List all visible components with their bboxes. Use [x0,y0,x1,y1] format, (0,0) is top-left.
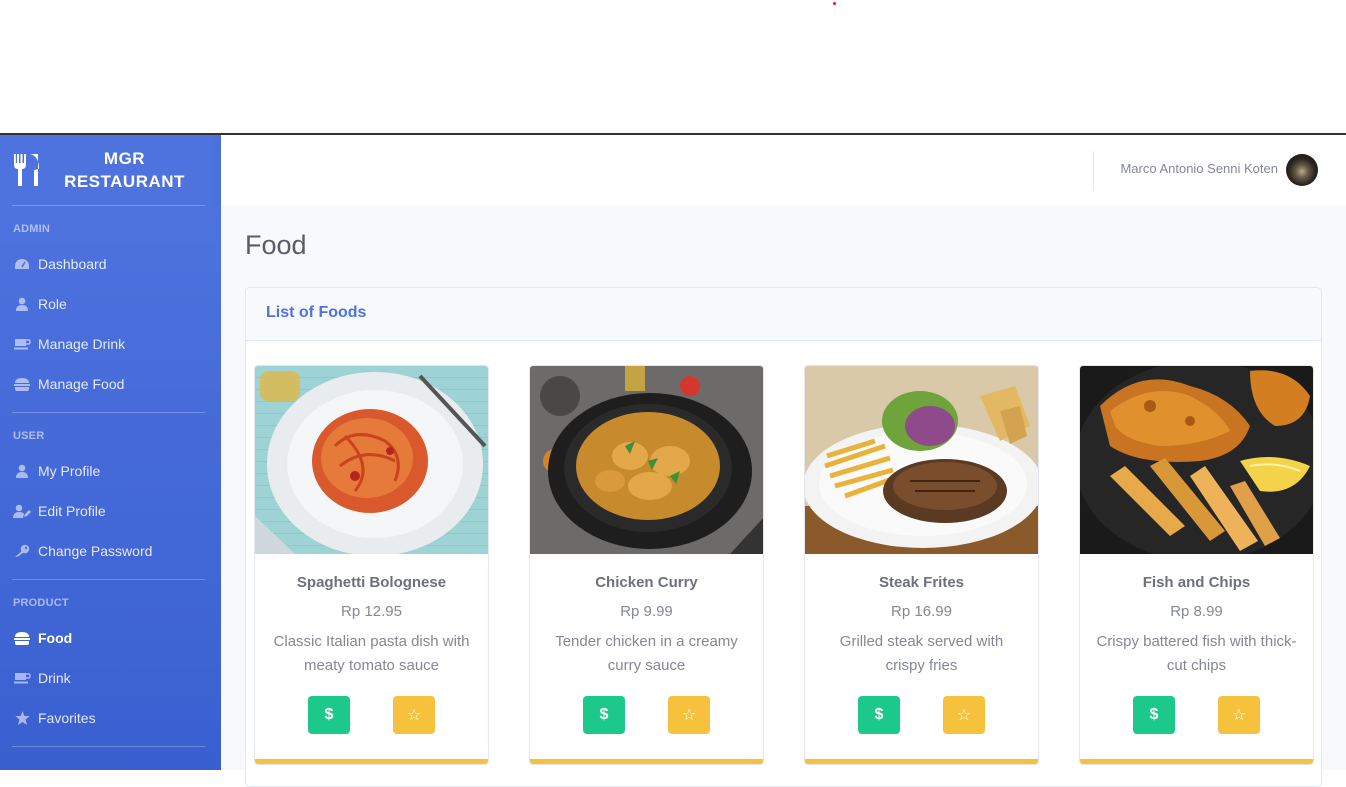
sidebar-item-edit-profile[interactable]: Edit Profile [0,491,221,531]
user-name[interactable]: Marco Antonio Senni Koten [1120,161,1278,176]
food-actions: $ ☆ [530,696,763,734]
food-price: Rp 9.99 [620,603,673,620]
main-content: Food List of Foods Spaghetti Bolognese R… [221,205,1346,787]
food-actions: $ ☆ [1080,696,1313,734]
food-name: Steak Frites [878,574,965,591]
blank-top-area [0,0,1346,133]
sidebar-item-label: Edit Profile [38,503,106,519]
sidebar-heading-admin: ADMIN [13,223,51,235]
sidebar-divider [12,205,205,206]
dollar-icon: $ [324,706,334,723]
food-name: Chicken Curry [595,574,698,591]
sidebar-item-food[interactable]: Food [0,618,221,658]
food-description: Classic Italian pasta dish with meaty to… [273,633,470,674]
food-actions: $ ☆ [255,696,488,734]
sidebar-heading-product: PRODUCT [13,597,69,609]
card-title: List of Foods [246,288,1321,341]
sidebar-item-label: Dashboard [38,256,107,272]
buy-button[interactable]: $ [308,696,350,734]
sidebar-item-drink[interactable]: Drink [0,658,221,698]
topbar: Marco Antonio Senni Koten [221,135,1346,205]
food-actions: $ ☆ [805,696,1038,734]
sidebar-item-favorites[interactable]: Favorites [0,698,221,738]
star-icon: ☆ [681,707,697,724]
mug-icon [13,337,31,351]
food-image [1080,366,1313,554]
dollar-icon: $ [1149,706,1159,723]
card-bottom-border [805,759,1038,764]
food-card-fish-and-chips: Fish and Chips Rp 8.99 Crispy battered f… [1079,365,1314,765]
topbar-divider [1093,151,1094,191]
card-bottom-border [530,759,763,764]
favorite-button[interactable]: ☆ [668,696,710,734]
food-description: Crispy battered fish with thick-cut chip… [1096,633,1297,674]
sidebar-item-manage-drink[interactable]: Manage Drink [0,324,221,364]
star-icon: ☆ [956,707,972,724]
sidebar: MGR RESTAURANT ADMIN Dashboard Role Mana… [0,135,221,770]
sidebar-item-label: My Profile [38,463,101,479]
food-name: Fish and Chips [1142,574,1251,591]
sidebar-item-manage-food[interactable]: Manage Food [0,364,221,404]
buy-button[interactable]: $ [583,696,625,734]
sidebar-item-label: Manage Drink [38,336,126,352]
star-icon [13,711,31,725]
card-bottom-border [1080,759,1313,764]
food-image [530,366,763,554]
user-edit-icon [13,504,31,518]
hamburger-icon [13,377,31,391]
sidebar-brand[interactable]: MGR RESTAURANT [0,135,221,205]
favorite-button[interactable]: ☆ [1218,696,1260,734]
card-bottom-border [255,759,488,764]
avatar[interactable] [1286,154,1318,186]
food-price: Rp 8.99 [1170,603,1223,620]
brand-name: MGR RESTAURANT [42,147,221,193]
buy-button[interactable]: $ [1133,696,1175,734]
sidebar-heading-user: USER [13,430,45,442]
star-icon: ☆ [1231,707,1247,724]
sidebar-divider [12,579,205,580]
food-card-chicken-curry: Chicken Curry Rp 9.99 Tender chicken in … [529,365,764,765]
dollar-icon: $ [599,706,609,723]
sidebar-item-change-password[interactable]: Change Password [0,531,221,571]
food-description: Tender chicken in a creamy curry sauce [555,633,738,674]
sidebar-item-label: Drink [38,670,71,686]
star-icon: ☆ [406,707,422,724]
favorite-button[interactable]: ☆ [943,696,985,734]
red-dot [833,2,836,5]
user-icon [13,464,31,478]
sidebar-item-label: Role [38,296,67,312]
sidebar-item-label: Manage Food [38,376,125,392]
sidebar-item-label: Change Password [38,543,153,559]
page-title: Food [245,230,307,260]
food-image [255,366,488,554]
sidebar-item-dashboard[interactable]: Dashboard [0,244,221,284]
brand-line1: MGR [103,149,146,168]
buy-button[interactable]: $ [858,696,900,734]
food-price: Rp 12.95 [341,603,402,620]
key-icon [13,544,31,558]
food-card-steak-frites: Steak Frites Rp 16.99 Grilled steak serv… [804,365,1039,765]
utensils-icon [12,153,42,187]
hamburger-icon [13,631,31,645]
sidebar-item-my-profile[interactable]: My Profile [0,451,221,491]
food-name: Spaghetti Bolognese [296,574,447,591]
mug-icon [13,671,31,685]
sidebar-divider [12,746,205,747]
food-list-card: List of Foods Spaghetti Bolognese Rp 12.… [245,287,1322,787]
tachometer-icon [13,257,31,271]
sidebar-item-label: Food [38,630,73,646]
dollar-icon: $ [874,706,884,723]
favorite-button[interactable]: ☆ [393,696,435,734]
user-icon [13,297,31,311]
sidebar-item-role[interactable]: Role [0,284,221,324]
sidebar-divider [12,412,205,413]
food-price: Rp 16.99 [891,603,952,620]
food-description: Grilled steak served with crispy fries [839,633,1004,674]
brand-line2: RESTAURANT [64,172,185,191]
sidebar-item-label: Favorites [38,710,96,726]
food-image [805,366,1038,554]
food-card-spaghetti: Spaghetti Bolognese Rp 12.95 Classic Ita… [254,365,489,765]
